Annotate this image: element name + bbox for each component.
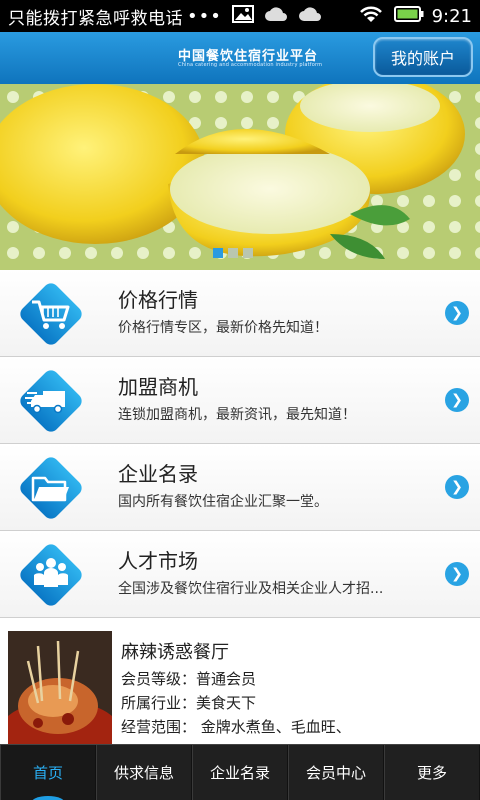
menu-item-title: 企业名录: [118, 462, 198, 486]
business-scope: 经营范围： 金牌水煮鱼、毛血旺、: [121, 718, 351, 736]
cloud-icon: [264, 5, 288, 27]
emergency-call-text: 只能拨打紧急呼救电话: [8, 8, 183, 29]
menu-item-price-quotes[interactable]: 价格行情 价格行情专区，最新价格先知道！ ❯: [0, 270, 480, 357]
image-icon: [231, 5, 254, 27]
menu-item-title: 价格行情: [118, 288, 198, 312]
cloud-icon: [298, 5, 322, 27]
folder-icon: [20, 457, 82, 519]
tab-directory[interactable]: 企业名录: [192, 745, 288, 800]
menu-item-desc: 价格行情专区，最新价格先知道！: [118, 320, 328, 336]
restaurant-photo: [8, 631, 112, 744]
menu-item-desc: 全国涉及餐饮住宿行业及相关企业人才招...: [118, 581, 384, 597]
menu-item-title: 人才市场: [118, 549, 198, 573]
menu-item-desc: 国内所有餐饮住宿企业汇聚一堂。: [118, 494, 328, 510]
carousel-dot[interactable]: [243, 248, 253, 258]
clock-time: 9:21: [431, 5, 472, 27]
my-account-button[interactable]: 我的账户: [373, 37, 473, 77]
lemon-photo: [0, 84, 480, 270]
chevron-right-icon[interactable]: ❯: [445, 301, 469, 325]
people-group-icon: [20, 544, 82, 606]
carousel-dot[interactable]: [228, 248, 238, 258]
tab-home[interactable]: 首页: [0, 745, 96, 800]
promo-banner[interactable]: [0, 84, 480, 270]
chevron-right-icon[interactable]: ❯: [445, 475, 469, 499]
menu-item-desc: 连锁加盟商机，最新资讯，最先知道！: [118, 407, 356, 423]
chevron-right-icon[interactable]: ❯: [445, 562, 469, 586]
status-bar: 只能拨打紧急呼救电话 ••• 9:21: [0, 0, 480, 32]
app-logo-subtitle: China catering and accommodation industr…: [178, 62, 323, 68]
tab-supply-demand[interactable]: 供求信息: [96, 745, 192, 800]
battery-icon: [393, 5, 424, 27]
chevron-right-icon[interactable]: ❯: [445, 388, 469, 412]
tab-more[interactable]: 更多: [384, 745, 480, 800]
more-notifications-icon: •••: [187, 5, 222, 27]
member-level: 会员等级：普通会员: [121, 670, 257, 688]
main-menu-list: 价格行情 价格行情专区，最新价格先知道！ ❯ 加盟商机 连锁加盟商机，最新资讯，…: [0, 270, 480, 618]
industry: 所属行业：美食天下: [121, 694, 257, 712]
tab-member-center[interactable]: 会员中心: [288, 745, 384, 800]
carousel-indicator[interactable]: [213, 248, 253, 258]
menu-item-franchise[interactable]: 加盟商机 连锁加盟商机，最新资讯，最先知道！ ❯: [0, 357, 480, 444]
wifi-icon: [358, 4, 384, 28]
restaurant-card[interactable]: 麻辣诱惑餐厅 会员等级：普通会员 所属行业：美食天下 经营范围： 金牌水煮鱼、毛…: [0, 618, 480, 744]
restaurant-name: 麻辣诱惑餐厅: [121, 642, 229, 663]
bottom-tab-bar: 首页 供求信息 企业名录 会员中心 更多: [0, 744, 480, 800]
delivery-truck-icon: [20, 370, 82, 432]
menu-item-title: 加盟商机: [118, 375, 198, 399]
menu-item-talent[interactable]: 人才市场 全国涉及餐饮住宿行业及相关企业人才招... ❯: [0, 531, 480, 618]
shopping-cart-icon: [20, 283, 82, 345]
menu-item-directory[interactable]: 企业名录 国内所有餐饮住宿企业汇聚一堂。 ❯: [0, 444, 480, 531]
carousel-dot[interactable]: [213, 248, 223, 258]
app-header: 中国餐饮住宿行业平台 China catering and accommodat…: [0, 32, 480, 84]
